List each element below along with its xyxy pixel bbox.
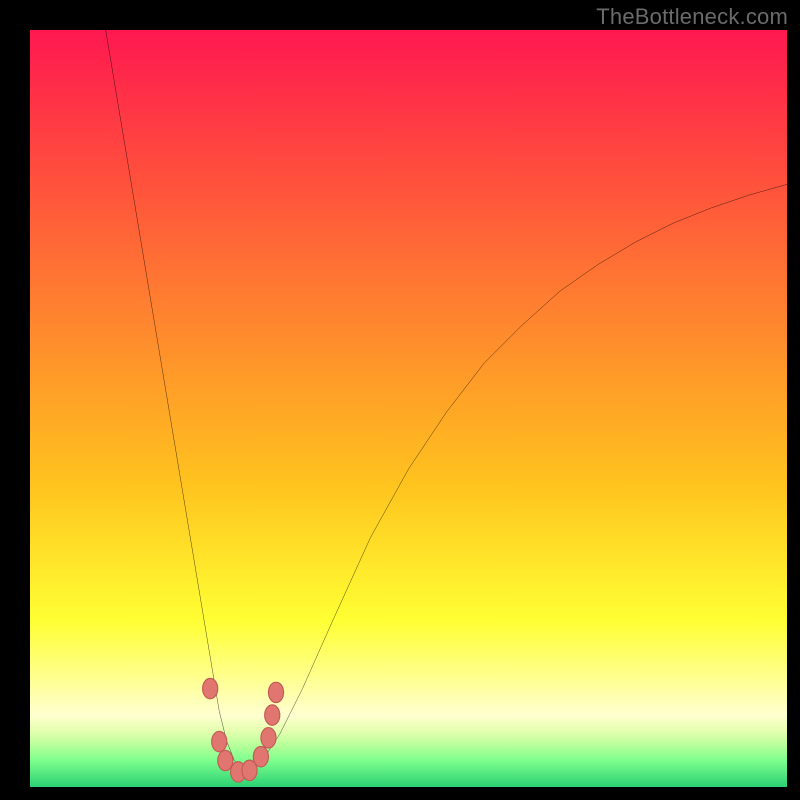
curve-marker <box>253 747 268 767</box>
curve-marker <box>218 750 233 770</box>
curve-marker <box>203 678 218 698</box>
curve-marker <box>212 731 227 751</box>
curve-marker <box>268 682 283 702</box>
watermark-text: TheBottleneck.com <box>596 4 788 30</box>
bottleneck-curve <box>106 30 787 768</box>
plot-area <box>30 30 787 787</box>
chart-frame: TheBottleneck.com <box>0 0 800 800</box>
curve-markers <box>203 678 284 782</box>
curve-layer <box>30 30 787 787</box>
curve-marker <box>265 705 280 725</box>
curve-marker <box>261 728 276 748</box>
